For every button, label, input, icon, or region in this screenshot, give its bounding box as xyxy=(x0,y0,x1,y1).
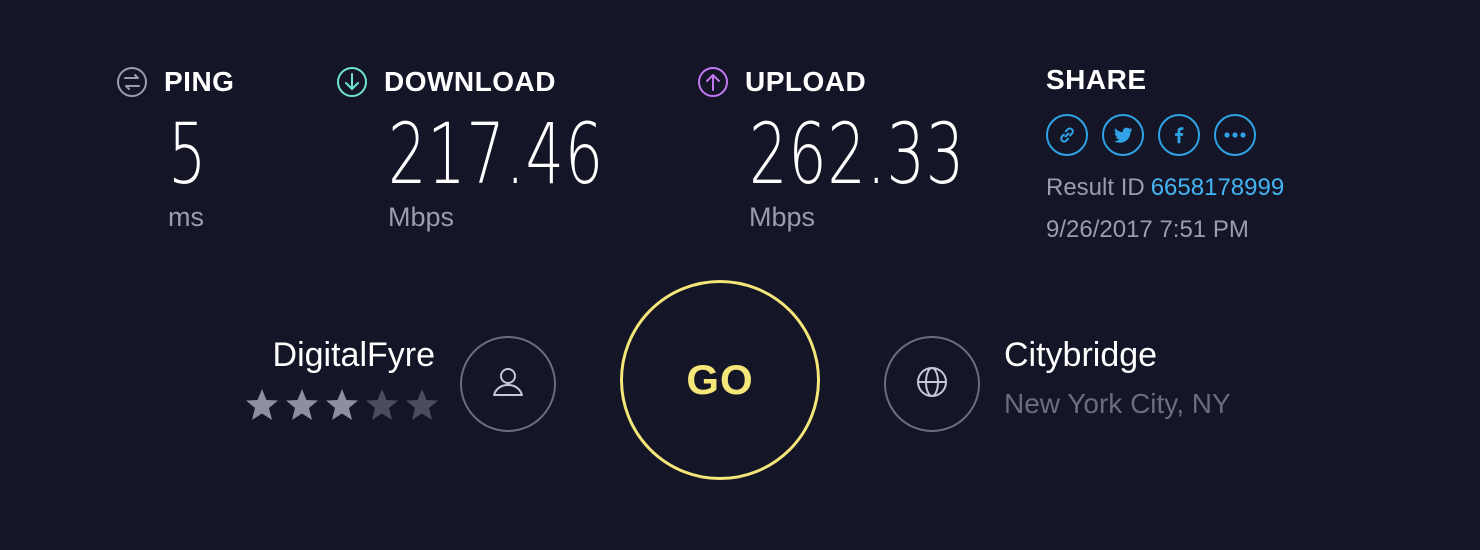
star-filled-icon xyxy=(244,388,280,422)
upload-unit: Mbps xyxy=(749,202,816,232)
ping-value: 5 xyxy=(168,105,208,203)
more-icon[interactable] xyxy=(1214,114,1256,156)
download-arrow-icon xyxy=(336,66,368,98)
download-label: DOWNLOAD xyxy=(384,66,556,97)
facebook-icon[interactable] xyxy=(1158,114,1200,156)
ping-header: PING xyxy=(116,66,234,98)
download-unit: Mbps xyxy=(388,202,455,232)
share-header: SHARE xyxy=(1046,64,1147,95)
result-id-row: Result ID 6658178999 xyxy=(1046,174,1284,202)
twitter-icon[interactable] xyxy=(1102,114,1144,156)
upload-header: UPLOAD xyxy=(697,66,866,98)
isp-rating xyxy=(244,388,440,422)
upload-label: UPLOAD xyxy=(745,66,867,97)
globe-icon xyxy=(910,360,954,409)
result-id-link[interactable]: 6658178999 xyxy=(1151,174,1284,201)
ping-icon xyxy=(116,66,148,98)
user-icon xyxy=(488,362,528,407)
isp-button[interactable] xyxy=(460,336,556,432)
download-value: 217.46 xyxy=(388,105,604,203)
server-location: New York City, NY xyxy=(1004,388,1231,419)
server-button[interactable] xyxy=(884,336,980,432)
download-header: DOWNLOAD xyxy=(336,66,556,98)
star-empty-icon xyxy=(404,388,440,422)
upload-arrow-icon xyxy=(697,66,729,98)
upload-value: 262.33 xyxy=(749,105,965,203)
ping-label: PING xyxy=(164,66,235,97)
speedtest-result-panel: PING 5 ms DOWNLOAD 217.46 Mbps UPLOAD 26… xyxy=(0,0,1480,550)
star-empty-icon xyxy=(364,388,400,422)
result-datetime: 9/26/2017 7:51 PM xyxy=(1046,216,1249,243)
link-icon[interactable] xyxy=(1046,114,1088,156)
star-filled-icon xyxy=(324,388,360,422)
server-name: Citybridge xyxy=(1004,336,1158,374)
result-id-label: Result ID xyxy=(1046,174,1145,201)
ping-unit: ms xyxy=(168,202,204,232)
go-button[interactable]: GO xyxy=(620,280,820,480)
share-buttons xyxy=(1046,114,1256,156)
isp-name: DigitalFyre xyxy=(272,336,435,374)
star-filled-icon xyxy=(284,388,320,422)
